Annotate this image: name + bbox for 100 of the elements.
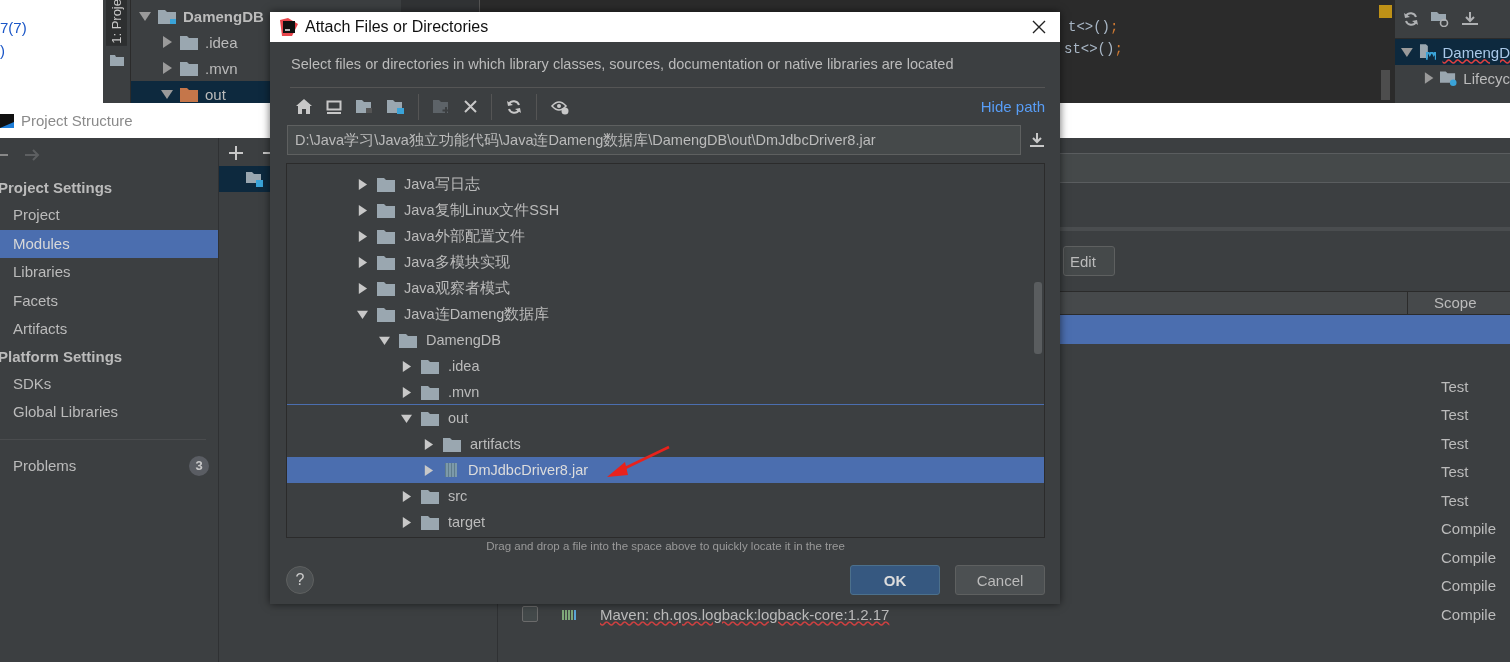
expand-arrow-icon[interactable] — [357, 308, 368, 320]
close-icon[interactable] — [1032, 20, 1046, 34]
link-text[interactable]: 7(7) — [0, 19, 27, 37]
jar-icon — [443, 462, 459, 478]
expand-arrow-icon[interactable] — [357, 256, 368, 268]
download-icon[interactable] — [1461, 11, 1479, 27]
link-text[interactable]: ) — [0, 42, 5, 60]
tree-item[interactable]: out — [287, 405, 1044, 431]
expand-arrow-icon[interactable] — [357, 282, 368, 294]
tree-item[interactable]: DamengD — [1395, 39, 1510, 65]
cancel-button[interactable]: Cancel — [955, 565, 1045, 595]
expand-arrow-icon[interactable] — [423, 464, 434, 476]
folder-icon — [421, 358, 439, 374]
expand-arrow-icon[interactable] — [161, 62, 173, 74]
sidebar-item[interactable]: Global Libraries — [0, 398, 218, 427]
folder-icon — [158, 8, 176, 24]
tree-item[interactable]: DmJdbcDriver8.jar — [287, 457, 1044, 483]
sidebar-item[interactable]: Facets — [0, 286, 218, 315]
app-icon — [280, 18, 298, 36]
download-icon[interactable] — [1029, 132, 1045, 148]
expand-arrow-icon[interactable] — [401, 412, 412, 424]
expand-arrow-icon[interactable] — [161, 36, 173, 48]
tree-item[interactable]: src — [287, 483, 1044, 509]
folder-icon — [421, 384, 439, 400]
scope-dropdown[interactable]: Test — [1441, 434, 1469, 452]
expand-arrow-icon[interactable] — [423, 438, 434, 450]
expand-arrow-icon[interactable] — [357, 204, 368, 216]
column-header[interactable]: Scope — [1408, 292, 1510, 314]
tree-item[interactable]: Java外部配置文件 — [287, 223, 1044, 249]
hint-text: Drag and drop a file into the space above to quickly locate it in the tree — [485, 540, 846, 554]
sidebar-item[interactable]: Problems 3 — [0, 451, 218, 480]
folder-icon — [421, 488, 439, 504]
path-field[interactable]: D:\Java学习\Java独立功能代码\Java连Dameng数据库\DamengDB\out\DmJdbcDriver8.jar — [287, 125, 1021, 155]
folder-gear-icon — [1440, 69, 1458, 87]
expand-arrow-icon[interactable] — [139, 10, 151, 22]
expand-arrow-icon[interactable] — [401, 360, 412, 372]
checkbox[interactable] — [522, 606, 538, 623]
tree-item[interactable]: artifacts — [287, 431, 1044, 457]
folder-icon — [421, 410, 439, 426]
expand-arrow-icon[interactable] — [401, 490, 412, 502]
expand-arrow-icon[interactable] — [357, 178, 368, 190]
folder-icon — [443, 436, 461, 452]
refresh-icon[interactable] — [1403, 11, 1419, 27]
expand-arrow-icon[interactable] — [161, 88, 173, 100]
expand-arrow-icon[interactable] — [401, 516, 412, 528]
ok-button[interactable]: OK — [850, 565, 940, 595]
folder-icon — [377, 254, 395, 270]
code-line: t<>(); — [1068, 18, 1119, 37]
refresh-icon[interactable] — [506, 98, 522, 115]
eye-icon[interactable] — [551, 98, 569, 115]
description-text: Select files or directories in which library classes, sources, documentation or native libraries are located — [290, 55, 955, 74]
scope-dropdown[interactable]: Compile — [1441, 520, 1497, 538]
folder-icon — [377, 280, 395, 296]
sidebar-item[interactable]: Project — [0, 201, 218, 230]
expand-arrow-icon[interactable] — [1401, 46, 1413, 58]
edit-button[interactable]: Edit — [1063, 246, 1115, 276]
dialog-title: Attach Files or Directories — [305, 18, 489, 36]
scrollbar-thumb[interactable] — [1034, 282, 1042, 354]
home-icon[interactable] — [296, 99, 312, 114]
scope-dropdown[interactable]: Compile — [1441, 605, 1497, 623]
folder-icon[interactable] — [109, 53, 124, 66]
tree-item[interactable]: target — [287, 509, 1044, 535]
expand-arrow-icon[interactable] — [401, 386, 412, 398]
scope-dropdown[interactable]: Test — [1441, 406, 1469, 424]
tree-item[interactable]: Java复制Linux文件SSH — [287, 197, 1044, 223]
sidebar-item[interactable]: Modules — [0, 229, 218, 258]
monitor-icon[interactable] — [326, 99, 342, 114]
tree-item[interactable]: Java写日志 — [287, 171, 1044, 197]
folder-icon — [399, 332, 417, 348]
hide-path-link[interactable]: Hide path — [980, 98, 1045, 115]
tree-item[interactable]: Java连Dameng数据库 — [287, 301, 1044, 327]
tree-item[interactable]: .idea — [287, 353, 1044, 379]
tree-item[interactable]: Java多模块实现 — [287, 249, 1044, 275]
tree-item[interactable]: .mvn — [287, 379, 1044, 405]
expand-arrow-icon[interactable] — [1423, 72, 1435, 84]
tree-item[interactable]: Lifecyc — [1395, 65, 1510, 91]
folder-icon[interactable] — [356, 99, 373, 114]
expand-arrow-icon[interactable] — [357, 230, 368, 242]
scrollbar-thumb[interactable] — [1381, 70, 1390, 100]
tree-item[interactable]: Java观察者模式 — [287, 275, 1044, 301]
delete-icon[interactable] — [464, 100, 477, 113]
code-line: st<>(); — [1064, 40, 1123, 59]
tree-item[interactable]: DamengDB — [287, 327, 1044, 353]
scope-dropdown[interactable]: Test — [1441, 491, 1469, 509]
table-row[interactable]: Maven: ch.qos.logback:logback-core:1.2.17 Compile — [498, 600, 1510, 629]
folder-icon — [377, 306, 395, 322]
help-button[interactable]: ? — [286, 566, 314, 594]
scope-dropdown[interactable]: Compile — [1441, 577, 1497, 595]
expand-arrow-icon[interactable] — [379, 334, 390, 346]
sidebar-item[interactable]: Artifacts — [0, 315, 218, 344]
library-name: Maven: ch.qos.logback:logback-core:1.2.17 — [600, 605, 890, 623]
count-badge: 3 — [189, 455, 209, 476]
scope-dropdown[interactable]: Test — [1441, 463, 1469, 481]
project-folder-icon[interactable] — [387, 99, 404, 114]
sidebar-item[interactable]: SDKs — [0, 369, 218, 398]
sidebar-item[interactable]: Libraries — [0, 258, 218, 287]
scope-dropdown[interactable]: Test — [1441, 377, 1469, 395]
folder-refresh-icon[interactable] — [1431, 11, 1449, 27]
scope-dropdown[interactable]: Compile — [1441, 548, 1497, 566]
add-icon[interactable] — [229, 146, 243, 160]
